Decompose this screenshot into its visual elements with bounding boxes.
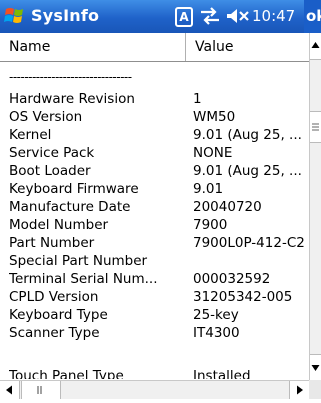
table-row[interactable]: OS Version WM50 xyxy=(0,109,309,127)
table-row[interactable]: Service Pack NONE xyxy=(0,145,309,163)
separator-line: -------------------------------- xyxy=(9,70,132,84)
row-value: 20040720 xyxy=(193,199,262,215)
title-bar: SysInfo A 10:47 ok xyxy=(0,0,321,33)
scroll-down-button[interactable] xyxy=(310,354,321,380)
row-name: Terminal Serial Num... xyxy=(9,271,158,287)
row-name: OS Version xyxy=(9,109,83,125)
row-value: WM50 xyxy=(193,109,236,125)
scroll-up-button[interactable] xyxy=(310,33,321,60)
row-value: 31205342-005 xyxy=(193,289,293,305)
arrow-right-icon xyxy=(297,385,303,395)
row-name: Keyboard Type xyxy=(9,307,108,323)
table-row[interactable]: Keyboard Type 25-key xyxy=(0,307,309,325)
row-name: Boot Loader xyxy=(9,163,91,179)
arrow-down-icon xyxy=(311,365,320,371)
row-name: Hardware Revision xyxy=(9,91,135,107)
row-value: 9.01 xyxy=(193,181,224,197)
row-value: 9.01 (Aug 25, ... xyxy=(193,163,302,179)
arrow-left-icon xyxy=(6,385,12,395)
vertical-scroll-thumb[interactable] xyxy=(310,111,321,143)
row-name: Special Part Number xyxy=(9,253,148,269)
table-row[interactable]: Keyboard Firmware 9.01 xyxy=(0,181,309,199)
list-header: Name Value xyxy=(0,33,309,62)
input-mode-icon[interactable]: A xyxy=(175,7,193,27)
table-row[interactable]: Touch Panel Type Installed xyxy=(0,368,309,379)
row-name: Touch Panel Type xyxy=(9,368,124,379)
table-row[interactable]: Hardware Revision 1 xyxy=(0,91,309,109)
row-name: Model Number xyxy=(9,217,109,233)
row-value: 7900L0P-412-C2 xyxy=(193,235,305,251)
row-value: Installed xyxy=(193,368,251,379)
table-row[interactable]: Manufacture Date 20040720 xyxy=(0,199,309,217)
row-name: Keyboard Firmware xyxy=(9,181,139,197)
scroll-left-button[interactable] xyxy=(0,381,20,399)
grip-icon xyxy=(312,123,319,131)
row-value: 9.01 (Aug 25, ... xyxy=(193,127,302,143)
row-value: 25-key xyxy=(193,307,239,323)
column-header-value[interactable]: Value xyxy=(186,33,309,61)
table-row[interactable]: CPLD Version 31205342-005 xyxy=(0,289,309,307)
table-row[interactable]: Terminal Serial Num... 000032592 xyxy=(0,271,309,289)
table-row[interactable]: Scanner Type IT4300 xyxy=(0,325,309,343)
vertical-scrollbar[interactable] xyxy=(309,33,321,380)
windows-start-icon[interactable] xyxy=(3,4,29,28)
row-name: Manufacture Date xyxy=(9,199,131,215)
table-row[interactable]: Part Number 7900L0P-412-C2 xyxy=(0,235,309,253)
column-header-name[interactable]: Name xyxy=(0,33,186,61)
ok-button[interactable]: ok xyxy=(304,0,321,33)
table-row[interactable]: Special Part Number xyxy=(0,253,309,271)
connectivity-icon[interactable] xyxy=(197,6,223,26)
info-list[interactable]: -------------------------------- Hardwar… xyxy=(0,62,309,379)
table-row[interactable]: Kernel 9.01 (Aug 25, ... xyxy=(0,127,309,145)
horizontal-scroll-thumb[interactable] xyxy=(21,381,61,399)
row-name: Service Pack xyxy=(9,145,95,161)
row-value: 1 xyxy=(193,91,202,107)
volume-muted-icon[interactable] xyxy=(225,7,251,25)
horizontal-scrollbar[interactable] xyxy=(0,380,309,399)
clock[interactable]: 10:47 xyxy=(252,7,295,25)
table-row[interactable]: Model Number 7900 xyxy=(0,217,309,235)
row-name: Scanner Type xyxy=(9,325,100,341)
scroll-right-button[interactable] xyxy=(289,381,309,399)
arrow-up-icon xyxy=(311,42,320,48)
row-name: Part Number xyxy=(9,235,95,251)
row-name: CPLD Version xyxy=(9,289,99,305)
row-value: IT4300 xyxy=(193,325,240,341)
row-value: NONE xyxy=(193,145,233,161)
row-value: 000032592 xyxy=(193,271,271,287)
row-value: 7900 xyxy=(193,217,228,233)
scrollbar-corner xyxy=(309,380,321,399)
table-row[interactable]: Boot Loader 9.01 (Aug 25, ... xyxy=(0,163,309,181)
app-title: SysInfo xyxy=(31,6,100,25)
grip-icon xyxy=(37,386,42,394)
row-name: Kernel xyxy=(9,127,52,143)
